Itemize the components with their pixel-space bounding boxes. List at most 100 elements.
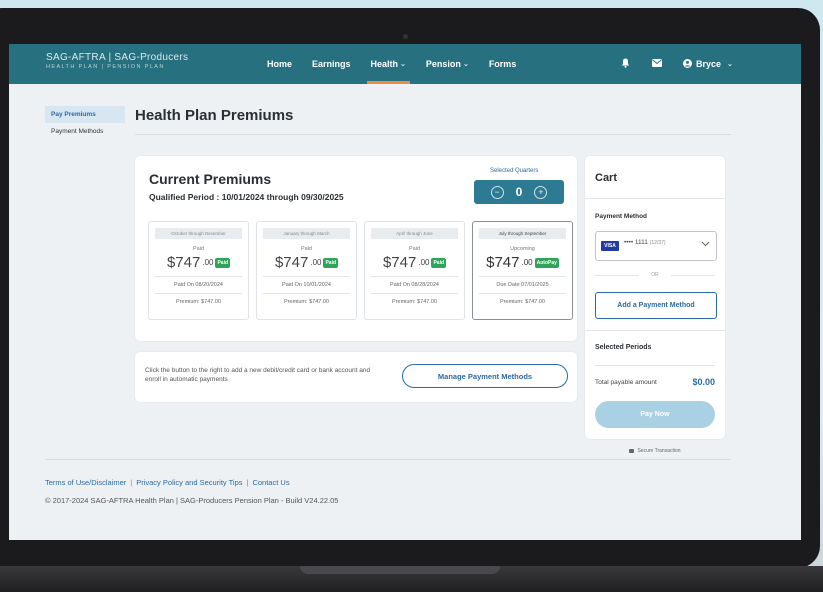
payment-method-label: Payment Method (595, 213, 648, 220)
nav-pension[interactable]: Pension ⌄ (416, 44, 479, 84)
nav-earnings-label: Earnings (312, 59, 351, 69)
user-name: Bryce (696, 59, 722, 69)
quarter-premium: Premium: $747.00 (392, 299, 437, 305)
quarter-status: Paid (408, 246, 420, 252)
paid-badge: Paid (215, 257, 231, 268)
quarter-amount: $747.00 Paid (149, 254, 248, 271)
divider (595, 365, 715, 366)
pay-now-button[interactable]: Pay Now (595, 401, 715, 428)
cart-panel: Cart Payment Method VISA •••• 1111 (12/3… (585, 156, 725, 439)
sidebar: Pay Premiums Payment Methods (45, 106, 125, 140)
manage-payment-methods-button[interactable]: Manage Payment Methods (402, 364, 568, 388)
quarter-status: Paid (192, 246, 204, 252)
payment-method-select[interactable]: VISA •••• 1111 (12/37) (595, 231, 717, 261)
nav-health-label: Health (370, 59, 399, 69)
nav-icons (621, 44, 662, 84)
or-divider: OR (595, 272, 715, 278)
separator: | (130, 478, 133, 487)
amount-cents: .00 (310, 258, 322, 267)
sidebar-item-pay-premiums[interactable]: Pay Premiums (45, 106, 125, 123)
card-masked: •••• 1111 (624, 239, 648, 246)
quarter-range: January through March (263, 228, 350, 239)
quarter-card[interactable]: January through March Paid $747.00 Paid P… (256, 221, 357, 320)
webcam (403, 34, 408, 39)
card-exp: (12/37) (649, 240, 666, 246)
premiums-title: Current Premiums (149, 171, 272, 187)
divider (155, 293, 242, 294)
quarter-premium: Premium: $747.00 (176, 299, 221, 305)
divider (585, 330, 725, 331)
chevron-down-icon: ⌄ (727, 61, 733, 68)
divider (263, 293, 350, 294)
divider (479, 293, 566, 294)
autopay-badge: AutoPay (534, 257, 559, 268)
quarter-premium: Premium: $747.00 (500, 299, 545, 305)
visa-icon: VISA (601, 241, 619, 251)
screen: SAG-AFTRA | SAG-Producers HEALTH PLAN | … (9, 44, 801, 540)
quarter-card[interactable]: October through December Paid $747.00 Pai… (148, 221, 249, 320)
quarter-card-upcoming[interactable]: July through September Upcoming $747.00 A… (472, 221, 573, 320)
minus-button[interactable]: − (490, 185, 504, 199)
secure-transaction: Secure Transaction (585, 448, 725, 454)
quarter-status: Paid (300, 246, 312, 252)
mail-icon[interactable] (652, 58, 662, 70)
nav-earnings[interactable]: Earnings (302, 44, 361, 84)
quarter-date: Paid On 08/20/2024 (174, 282, 223, 288)
quarter-date: Paid On 10/01/2024 (282, 282, 331, 288)
amount-cents: .00 (202, 258, 214, 267)
nav-forms-label: Forms (488, 59, 517, 69)
nav-menu: Home Earnings Health ⌄ Pension ⌄ Forms (257, 44, 526, 84)
cart-title: Cart (595, 172, 618, 184)
nav-home[interactable]: Home (257, 44, 302, 84)
nav-pension-label: Pension (425, 59, 461, 69)
quarter-card[interactable]: April through June Paid $747.00 Paid Paid… (364, 221, 465, 320)
user-menu[interactable]: Bryce ⌄ (683, 44, 733, 84)
chevron-down-icon: ⌄ (462, 61, 469, 68)
total-value: $0.00 (692, 377, 715, 387)
quarter-stepper: − 0 + (474, 180, 564, 204)
top-nav: SAG-AFTRA | SAG-Producers HEALTH PLAN | … (9, 44, 801, 84)
contact-link[interactable]: Contact Us (252, 478, 289, 487)
divider (479, 276, 566, 277)
quarter-date: Paid On 08/28/2024 (390, 282, 439, 288)
user-icon (683, 58, 692, 70)
page-title: Health Plan Premiums (135, 107, 294, 124)
divider (371, 293, 458, 294)
chevron-down-icon: ⌄ (400, 61, 406, 68)
brand-logo[interactable]: SAG-AFTRA | SAG-Producers HEALTH PLAN | … (46, 52, 188, 70)
amount-dollars: $747 (382, 254, 417, 271)
brand-line2: HEALTH PLAN | PENSION PLAN (46, 64, 165, 70)
quarter-premium: Premium: $747.00 (284, 299, 329, 305)
manage-payments-card: Click the button to the right to add a n… (135, 352, 577, 402)
quarter-date: Due Date 07/01/2025 (496, 282, 549, 288)
selected-quarters-label: Selected Quarters (490, 168, 539, 174)
terms-link[interactable]: Terms of Use/Disclaimer (45, 478, 126, 487)
copyright: © 2017-2024 SAG-AFTRA Health Plan | SAG-… (45, 496, 339, 505)
selected-periods-label: Selected Periods (595, 344, 652, 351)
selected-quarters-value: 0 (515, 185, 523, 199)
divider (263, 276, 350, 277)
qualified-period: Qualified Period : 10/01/2024 through 09… (149, 192, 344, 202)
nav-forms[interactable]: Forms (479, 44, 527, 84)
nav-health[interactable]: Health ⌄ (361, 44, 416, 84)
card-number: •••• 1111 (12/37) (624, 239, 666, 246)
quarter-amount: $747.00 Paid (365, 254, 464, 271)
footer-links: Terms of Use/Disclaimer | Privacy Policy a… (45, 478, 290, 487)
amount-cents: .00 (418, 258, 430, 267)
plus-button[interactable]: + (534, 185, 548, 199)
secure-label: Secure Transaction (637, 448, 681, 454)
quarter-status: Upcoming (510, 246, 535, 252)
total-label: Total payable amount (595, 379, 657, 386)
manage-description: Click the button to the right to add a n… (145, 367, 371, 383)
brand-line1: SAG-AFTRA | SAG-Producers (46, 52, 189, 63)
privacy-link[interactable]: Privacy Policy and Security Tips (136, 478, 242, 487)
amount-dollars: $747 (486, 254, 520, 271)
quarter-range: July through September (479, 228, 566, 239)
divider (135, 134, 731, 135)
add-payment-method-button[interactable]: Add a Payment Method (595, 292, 717, 319)
amount-dollars: $747 (274, 254, 309, 271)
bell-icon[interactable] (621, 58, 630, 71)
divider (155, 276, 242, 277)
amount-dollars: $747 (166, 254, 201, 271)
sidebar-item-payment-methods[interactable]: Payment Methods (45, 123, 125, 140)
